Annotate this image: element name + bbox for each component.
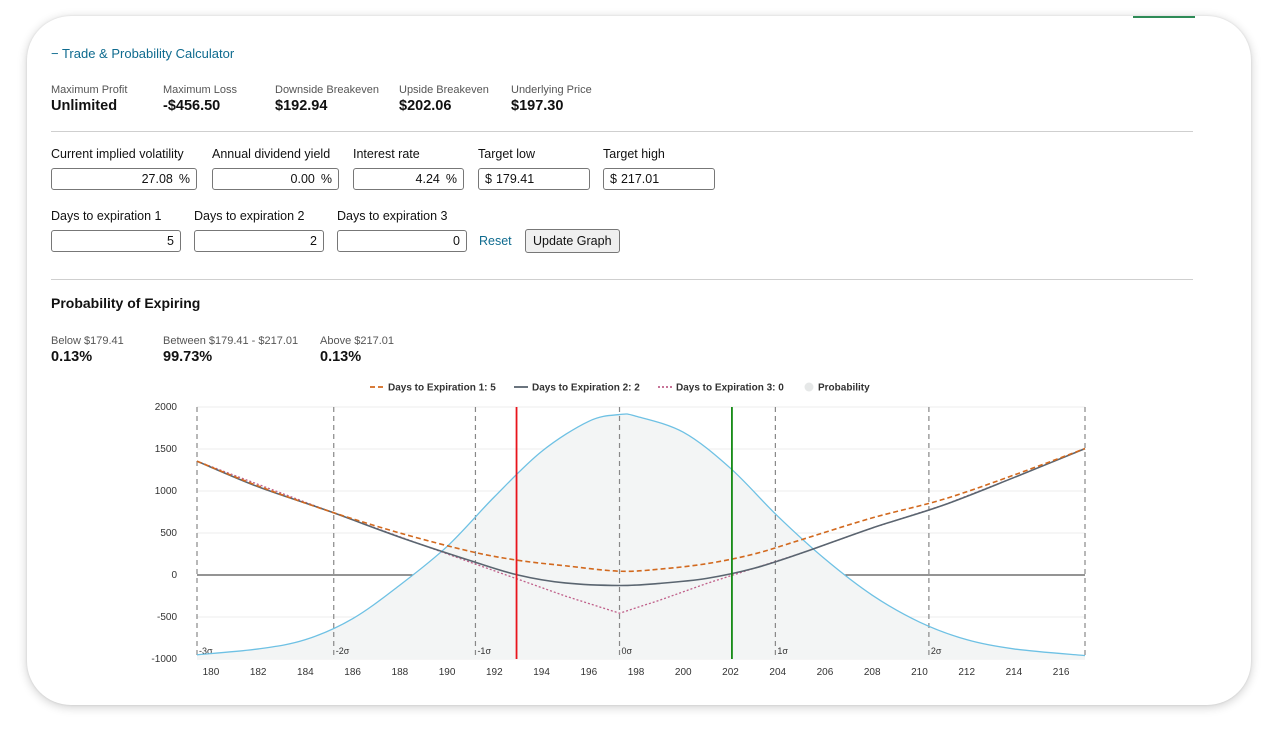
stat-underlying-price: Underlying Price $197.30	[511, 84, 592, 114]
stat-label: Downside Breakeven	[275, 84, 379, 96]
x-tick-label: 186	[344, 667, 361, 678]
dividend-input[interactable]: 0.00 %	[212, 168, 339, 190]
prob-between: Between $179.41 - $217.01 99.73%	[163, 335, 298, 365]
x-tick-label: 198	[628, 667, 645, 678]
x-tick-label: 192	[486, 667, 503, 678]
dte3-input[interactable]: 0	[337, 230, 467, 252]
target-low-label: Target low	[478, 147, 535, 161]
target-high-input[interactable]: $ 217.01	[603, 168, 715, 190]
divider	[51, 279, 1193, 280]
calculator-card: − Trade & Probability Calculator Maximum…	[27, 16, 1251, 705]
stat-value: Unlimited	[51, 98, 118, 114]
interest-label: Interest rate	[353, 147, 420, 161]
legend-dte3-label: Days to Expiration 3: 0	[676, 383, 784, 394]
prob-above: Above $217.01 0.13%	[320, 335, 394, 365]
y-tick-label: -1000	[151, 654, 177, 665]
legend-probability-label: Probability	[818, 383, 870, 394]
legend-dte2-label: Days to Expiration 2: 2	[532, 383, 640, 394]
target-high-value: 217.01	[620, 172, 660, 186]
x-tick-label: 208	[864, 667, 881, 678]
y-tick-label: -500	[157, 612, 177, 623]
sigma-label: 1σ	[777, 646, 788, 656]
dte3-value: 0	[453, 234, 460, 248]
stat-label: Maximum Loss	[163, 84, 237, 96]
sigma-label: -1σ	[477, 646, 491, 656]
x-tick-label: 212	[958, 667, 975, 678]
volatility-value: 27.08	[141, 172, 173, 186]
x-tick-label: 196	[580, 667, 597, 678]
divider	[51, 131, 1193, 132]
x-tick-label: 204	[769, 667, 786, 678]
x-tick-label: 202	[722, 667, 739, 678]
stat-value: $192.94	[275, 98, 328, 114]
percent-unit: %	[320, 172, 332, 186]
stat-max-profit: Maximum Profit Unlimited	[51, 84, 127, 114]
prob-below: Below $179.41 0.13%	[51, 335, 124, 365]
payoff-chart: -1000 -500 0 500 1000 1500 2000 180 182 184 186 188…	[151, 382, 1086, 678]
percent-unit: %	[445, 172, 457, 186]
volatility-label: Current implied volatility	[51, 147, 184, 161]
target-high-label: Target high	[603, 147, 665, 161]
x-tick-label: 182	[250, 667, 267, 678]
legend-dte1-label: Days to Expiration 1: 5	[388, 383, 496, 394]
prob-value: 0.13%	[51, 349, 93, 365]
x-tick-label: 188	[392, 667, 409, 678]
prob-value: 0.13%	[320, 349, 362, 365]
y-tick-label: 1500	[155, 444, 178, 455]
sigma-label: 2σ	[931, 646, 942, 656]
prob-label: Above $217.01	[320, 335, 395, 347]
x-tick-label: 200	[675, 667, 692, 678]
calculator-toggle[interactable]: − Trade & Probability Calculator	[51, 46, 234, 61]
dte1-label: Days to expiration 1	[51, 209, 162, 223]
x-tick-label: 210	[911, 667, 928, 678]
stat-label: Upside Breakeven	[399, 84, 489, 96]
update-graph-button[interactable]: Update Graph	[525, 229, 620, 253]
x-tick-label: 190	[439, 667, 456, 678]
interest-input[interactable]: 4.24 %	[353, 168, 464, 190]
sigma-label: 0σ	[622, 646, 633, 656]
dividend-value: 0.00	[290, 172, 315, 186]
dte2-input[interactable]: 2	[194, 230, 324, 252]
probability-area	[197, 413, 1085, 659]
target-low-input[interactable]: $ 179.41	[478, 168, 590, 190]
percent-unit: %	[178, 172, 190, 186]
x-tick-label: 216	[1053, 667, 1070, 678]
prob-value: 99.73%	[163, 349, 213, 365]
x-tick-label: 194	[533, 667, 550, 678]
x-tick-label: 184	[297, 667, 314, 678]
x-tick-label: 180	[203, 667, 220, 678]
dte2-label: Days to expiration 2	[194, 209, 305, 223]
target-low-value: 179.41	[495, 172, 535, 186]
dividend-label: Annual dividend yield	[212, 147, 331, 161]
prob-label: Below $179.41	[51, 335, 124, 347]
dollar-prefix: $	[610, 172, 617, 186]
x-tick-label: 206	[817, 667, 834, 678]
legend-probability-swatch	[804, 382, 814, 392]
volatility-input[interactable]: 27.08 %	[51, 168, 197, 190]
stat-label: Underlying Price	[511, 84, 592, 96]
tab-indicator	[1133, 16, 1195, 18]
dte1-input[interactable]: 5	[51, 230, 181, 252]
stat-downside-breakeven: Downside Breakeven $192.94	[275, 84, 379, 114]
stat-max-loss: Maximum Loss -$456.50	[163, 84, 237, 114]
y-tick-label: 0	[171, 570, 177, 581]
stat-upside-breakeven: Upside Breakeven $202.06	[399, 84, 489, 114]
dte3-label: Days to expiration 3	[337, 209, 448, 223]
dollar-prefix: $	[485, 172, 492, 186]
stat-value: $202.06	[399, 98, 452, 114]
interest-value: 4.24	[415, 172, 440, 186]
probability-title: Probability of Expiring	[51, 295, 201, 311]
reset-link[interactable]: Reset	[479, 234, 512, 248]
stat-label: Maximum Profit	[51, 84, 128, 96]
dte1-value: 5	[167, 234, 174, 248]
y-tick-label: 500	[160, 528, 177, 539]
stat-value: -$456.50	[163, 98, 221, 114]
y-tick-label: 1000	[155, 486, 178, 497]
sigma-label: -2σ	[336, 646, 350, 656]
stat-value: $197.30	[511, 98, 564, 114]
y-tick-label: 2000	[155, 402, 178, 413]
x-tick-label: 214	[1006, 667, 1023, 678]
dte2-value: 2	[310, 234, 317, 248]
prob-label: Between $179.41 - $217.01	[163, 335, 299, 347]
